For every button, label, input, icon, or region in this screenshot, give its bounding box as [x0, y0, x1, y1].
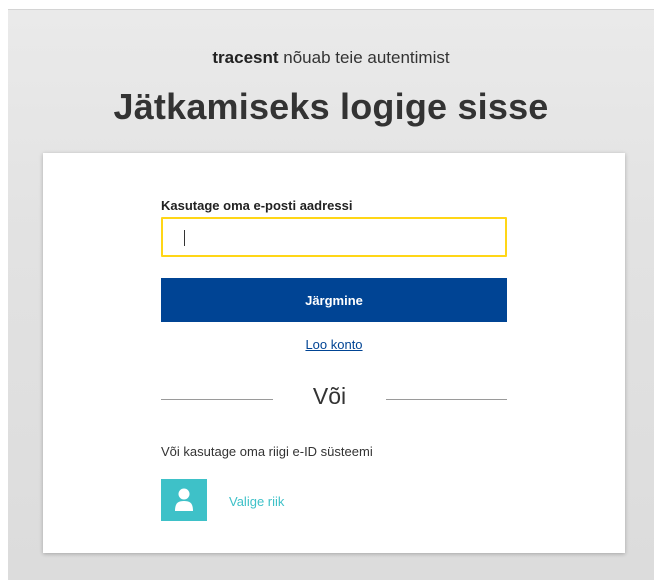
next-button[interactable]: Järgmine: [161, 278, 507, 322]
email-field[interactable]: [161, 217, 507, 257]
email-label: Kasutage oma e-posti aadressi: [161, 198, 353, 213]
auth-subtitle-text: nõuab teie autentimist: [278, 48, 450, 67]
or-divider-label: Või: [312, 383, 347, 409]
text-cursor: [184, 230, 185, 246]
user-icon: [175, 488, 193, 511]
divider-line-right: [386, 399, 507, 400]
choose-country-tile[interactable]: [161, 479, 207, 521]
login-card: Kasutage oma e-posti aadressi Järgmine L…: [43, 153, 625, 553]
page-viewport: tracesnt nõuab teie autentimist Jätkamis…: [8, 9, 654, 580]
app-name: tracesnt: [212, 48, 279, 67]
choose-country-link[interactable]: Valige riik: [229, 494, 284, 509]
divider-line-left: [161, 399, 273, 400]
auth-subtitle: tracesnt nõuab teie autentimist: [8, 48, 654, 68]
page-title: Jätkamiseks logige sisse: [113, 86, 549, 127]
eid-instruction: Või kasutage oma riigi e-ID süsteemi: [161, 444, 373, 459]
create-account-link[interactable]: Loo konto: [43, 337, 625, 352]
